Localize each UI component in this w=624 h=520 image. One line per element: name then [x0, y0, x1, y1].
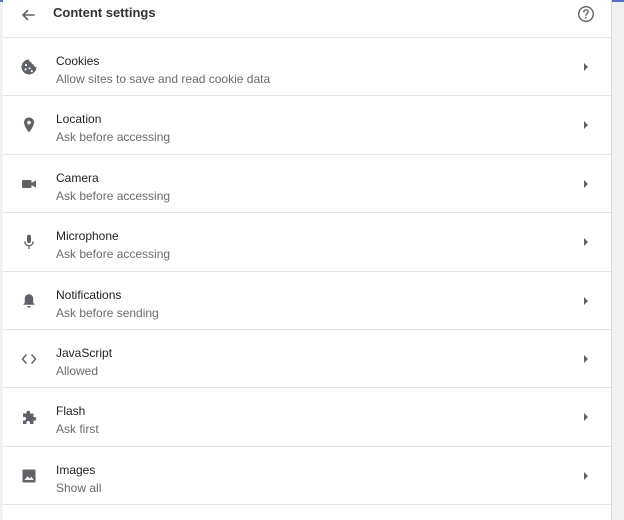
- camera-icon: [20, 175, 38, 193]
- setting-status: Allow sites to save and read cookie data: [56, 72, 271, 86]
- setting-row-location[interactable]: Location Ask before accessing: [3, 96, 611, 155]
- settings-list: Cookies Allow sites to save and read coo…: [3, 38, 611, 506]
- setting-status: Ask first: [56, 422, 99, 437]
- setting-row-microphone[interactable]: Microphone Ask before accessing: [3, 213, 611, 272]
- setting-row-flash[interactable]: Flash Ask first: [3, 388, 611, 447]
- setting-status: Ask before accessing: [56, 247, 171, 262]
- setting-status: Allowed: [56, 363, 99, 378]
- setting-label: JavaScript: [56, 345, 113, 360]
- cookie-icon: [20, 58, 38, 76]
- location-pin-icon: [20, 116, 38, 134]
- chevron-right-icon: [581, 178, 591, 190]
- puzzle-icon: [20, 408, 38, 426]
- setting-label: Images: [56, 462, 96, 477]
- chevron-right-icon: [581, 236, 591, 248]
- chevron-right-icon: [581, 411, 591, 423]
- setting-status: Ask before accessing: [56, 188, 171, 203]
- back-arrow-icon: [20, 7, 36, 23]
- page-header: Content settings: [3, 0, 611, 38]
- setting-label: Cookies: [56, 54, 100, 68]
- setting-row-javascript[interactable]: JavaScript Allowed: [3, 330, 611, 389]
- page-title: Content settings: [53, 5, 156, 20]
- chevron-right-icon: [581, 61, 591, 73]
- bell-icon: [20, 292, 38, 310]
- back-button[interactable]: [17, 4, 39, 26]
- chevron-right-icon: [581, 470, 591, 482]
- setting-status: Ask before sending: [56, 305, 159, 320]
- microphone-icon: [20, 233, 38, 251]
- content-settings-panel: Content settings Cookies Allow sites to …: [3, 0, 612, 520]
- setting-label: Location: [56, 112, 102, 127]
- image-icon: [20, 467, 38, 485]
- setting-row-camera[interactable]: Camera Ask before accessing: [3, 155, 611, 214]
- code-brackets-icon: [20, 350, 38, 368]
- setting-status: Show all: [56, 480, 102, 495]
- setting-label: Notifications: [56, 287, 122, 302]
- chevron-right-icon: [581, 353, 591, 365]
- help-circle-icon: [577, 5, 595, 23]
- setting-label: Microphone: [56, 229, 119, 244]
- setting-row-notifications[interactable]: Notifications Ask before sending: [3, 272, 611, 330]
- setting-status: Ask before accessing: [56, 130, 171, 145]
- help-button[interactable]: [576, 4, 596, 24]
- chevron-right-icon: [581, 295, 591, 307]
- setting-row-cookies[interactable]: Cookies Allow sites to save and read coo…: [3, 38, 611, 97]
- chevron-right-icon: [581, 119, 591, 131]
- setting-row-images[interactable]: Images Show all: [3, 447, 611, 506]
- setting-label: Camera: [56, 170, 99, 185]
- setting-label: Flash: [56, 404, 86, 419]
